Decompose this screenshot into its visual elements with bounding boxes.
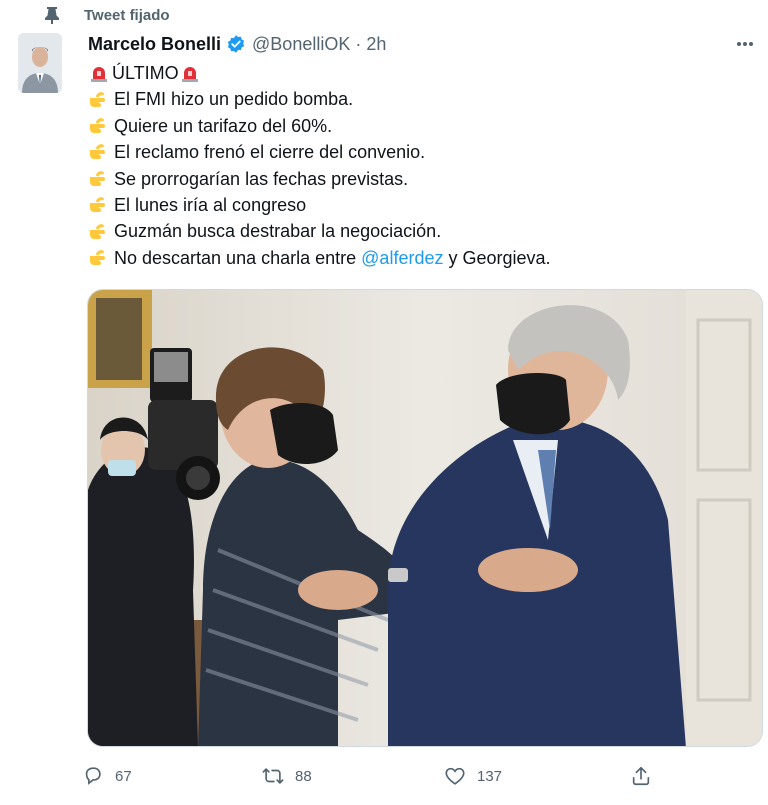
pointing-right-icon xyxy=(88,194,112,216)
headline-line: ÚLTIMO xyxy=(88,60,748,86)
heart-icon xyxy=(445,767,465,785)
rotating-light-icon xyxy=(179,62,201,84)
tweet-line: Guzmán busca destrabar la negociación. xyxy=(88,218,748,244)
tweet-line: El FMI hizo un pedido bomba. xyxy=(88,86,748,112)
pointing-right-icon xyxy=(88,89,112,111)
reply-button[interactable]: 67 xyxy=(82,760,132,792)
pointing-right-icon xyxy=(88,247,112,269)
like-button[interactable]: 137 xyxy=(444,760,502,792)
like-count: 137 xyxy=(477,767,503,785)
more-options-button[interactable] xyxy=(732,31,758,57)
pointing-right-icon xyxy=(88,221,112,243)
author-handle[interactable]: @BonelliOK xyxy=(252,34,350,55)
tweet-line: No descartan una charla entre @alferdez … xyxy=(88,245,748,271)
pointing-right-icon xyxy=(88,115,112,137)
more-dots-icon xyxy=(737,42,753,46)
pinned-indicator: Tweet fijado xyxy=(40,4,170,26)
retweet-icon xyxy=(262,768,284,784)
pointing-right-icon xyxy=(88,168,112,190)
tweet-line: El reclamo frenó el cierre del convenio. xyxy=(88,139,748,165)
tweet-actions: 67 88 137 xyxy=(82,760,672,792)
tweet-line-text: El FMI hizo un pedido bomba. xyxy=(114,89,354,110)
tweet-line-text: Quiere un tarifazo del 60%. xyxy=(114,115,333,136)
retweet-button[interactable]: 88 xyxy=(262,760,312,792)
retweet-count: 88 xyxy=(295,767,312,785)
share-icon xyxy=(632,766,650,786)
tweet-line: El lunes iría al congreso xyxy=(88,192,748,218)
tweet-line-text: El reclamo frenó el cierre del convenio. xyxy=(114,142,426,163)
pin-icon xyxy=(40,6,64,24)
photo-scene xyxy=(88,290,762,746)
tweet-timestamp[interactable]: 2h xyxy=(366,34,386,55)
tweet-line-text: No descartan una charla entre xyxy=(114,247,362,268)
tweet-line: Quiere un tarifazo del 60%. xyxy=(88,113,748,139)
tweet-text: ÚLTIMO El FMI hizo un pedido bomba. Quie… xyxy=(88,60,748,271)
reply-icon xyxy=(85,767,101,785)
tweet-photo[interactable] xyxy=(87,289,763,747)
mention-link[interactable]: @alferdez xyxy=(361,245,443,271)
author-name[interactable]: Marcelo Bonelli xyxy=(88,34,221,55)
pinned-label: Tweet fijado xyxy=(84,6,170,24)
separator-dot: · xyxy=(355,33,362,54)
tweet-line-text: El lunes iría al congreso xyxy=(114,194,307,215)
tweet-line-text: Se prorrogarían las fechas previstas. xyxy=(114,168,409,189)
avatar[interactable] xyxy=(18,33,62,93)
tweet-line: Se prorrogarían las fechas previstas. xyxy=(88,166,748,192)
verified-badge-icon xyxy=(226,34,246,54)
tweet-line-text: Guzmán busca destrabar la negociación. xyxy=(114,221,442,242)
headline-text: ÚLTIMO xyxy=(112,63,179,83)
tweet-line-text: y Georgieva. xyxy=(443,247,551,268)
rotating-light-icon xyxy=(88,62,110,84)
pointing-right-icon xyxy=(88,141,112,163)
share-button[interactable] xyxy=(630,760,663,792)
tweet-header: Marcelo Bonelli @BonelliOK · 2h xyxy=(88,31,768,57)
reply-count: 67 xyxy=(115,767,132,785)
